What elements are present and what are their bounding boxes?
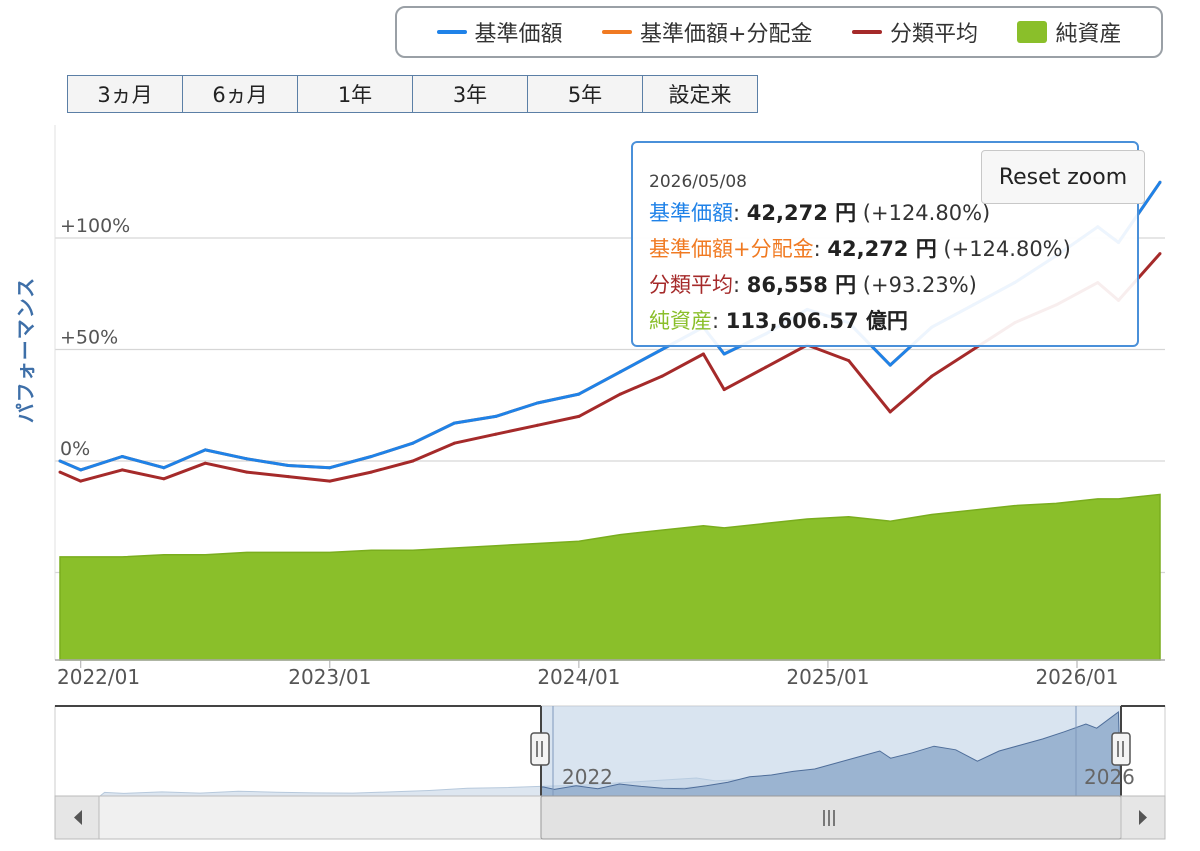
series-point bbox=[701, 352, 705, 356]
series-point bbox=[162, 477, 166, 481]
tooltip-row: 分類平均: 86,558 円 (+93.23%) bbox=[649, 273, 977, 297]
scroll-left-button[interactable] bbox=[54, 795, 100, 840]
series-point bbox=[120, 468, 124, 472]
tooltip-change: (+93.23%) bbox=[856, 273, 977, 297]
series-point bbox=[618, 392, 622, 396]
tooltip-value: 42,272 円 bbox=[746, 201, 857, 225]
scrollbar[interactable] bbox=[54, 795, 1166, 840]
series-point bbox=[930, 374, 934, 378]
tooltip-series-name: 純資産 bbox=[649, 309, 712, 333]
series-point bbox=[660, 348, 664, 351]
x-tick-label: 2025/01 bbox=[786, 665, 869, 689]
series-point bbox=[79, 468, 83, 472]
series-point bbox=[286, 464, 290, 467]
series-point bbox=[577, 414, 581, 418]
series-point bbox=[577, 392, 581, 396]
navigator-label-2026: 2026 bbox=[1084, 765, 1135, 789]
x-tick-label: 2022/01 bbox=[57, 665, 140, 689]
y-tick-labels: 0% +50% +100% bbox=[60, 215, 130, 460]
series-point bbox=[494, 414, 498, 418]
series-point bbox=[245, 470, 249, 474]
tooltip-series-name: 基準価額+分配金 bbox=[649, 237, 814, 261]
series-point bbox=[618, 370, 622, 374]
series-point bbox=[79, 479, 83, 483]
series-point bbox=[286, 475, 290, 479]
tooltip-change: (+124.80%) bbox=[856, 201, 991, 225]
series-point bbox=[203, 461, 207, 465]
tooltip-series-name: 分類平均 bbox=[649, 273, 733, 297]
x-tick-labels: 2022/01 2023/01 2024/01 2025/01 2026/01 bbox=[55, 659, 1165, 689]
y-tick-label: 0% bbox=[60, 438, 90, 460]
series-point bbox=[660, 374, 664, 378]
x-tick-label: 2023/01 bbox=[288, 665, 371, 689]
navigator-label-2022: 2022 bbox=[562, 765, 613, 789]
area-layer bbox=[59, 493, 1161, 661]
tooltip-value: 113,606.57 億円 bbox=[725, 309, 908, 333]
x-tick-label: 2024/01 bbox=[537, 665, 620, 689]
series-point bbox=[58, 470, 62, 474]
series-point bbox=[888, 410, 892, 414]
series-area-net-assets bbox=[59, 493, 1161, 661]
series-point bbox=[535, 401, 539, 405]
y-tick-label: +100% bbox=[60, 215, 130, 237]
series-point bbox=[245, 457, 249, 461]
navigator-handle-right[interactable] bbox=[1111, 732, 1131, 766]
tooltip-series-name: 基準価額 bbox=[649, 201, 733, 225]
scroll-thumb[interactable] bbox=[540, 795, 1122, 840]
series-point bbox=[764, 365, 768, 369]
series-point bbox=[535, 423, 539, 427]
series-point bbox=[722, 388, 726, 392]
series-point bbox=[452, 421, 456, 425]
scroll-right-button[interactable] bbox=[1120, 795, 1166, 840]
series-point bbox=[203, 448, 207, 452]
navigator-handle-left[interactable] bbox=[530, 732, 550, 766]
reset-zoom-button[interactable]: Reset zoom bbox=[981, 150, 1145, 204]
tooltip-change: (+124.80%) bbox=[936, 237, 1071, 261]
navigator: 2022 2026 bbox=[54, 705, 1166, 797]
tooltip-value: 86,558 円 bbox=[746, 273, 857, 297]
y-tick-label: +50% bbox=[60, 327, 118, 349]
series-point bbox=[369, 470, 373, 474]
series-point bbox=[162, 466, 166, 470]
series-point bbox=[369, 455, 373, 458]
tooltip-row: 基準価額+分配金: 42,272 円 (+124.80%) bbox=[649, 237, 1071, 261]
series-point bbox=[120, 455, 124, 458]
series-point bbox=[1158, 252, 1162, 256]
series-point bbox=[888, 363, 892, 367]
series-point bbox=[328, 466, 332, 470]
series-point bbox=[971, 348, 975, 351]
series-point bbox=[411, 459, 415, 463]
performance-chart: 0% +50% +100% 2022/01 2023/01 2024/01 2025/01… bbox=[54, 125, 1166, 840]
series-point bbox=[328, 479, 332, 483]
series-point bbox=[1158, 180, 1162, 184]
series-point bbox=[847, 359, 851, 363]
series-point bbox=[722, 352, 726, 356]
x-tick-label: 2026/01 bbox=[1035, 665, 1118, 689]
tooltip-value: 42,272 円 bbox=[827, 237, 937, 261]
tooltip-row: 純資産: 113,606.57 億円 bbox=[649, 309, 908, 333]
series-point bbox=[494, 432, 498, 436]
series-point bbox=[452, 441, 456, 445]
series-point bbox=[411, 441, 415, 445]
